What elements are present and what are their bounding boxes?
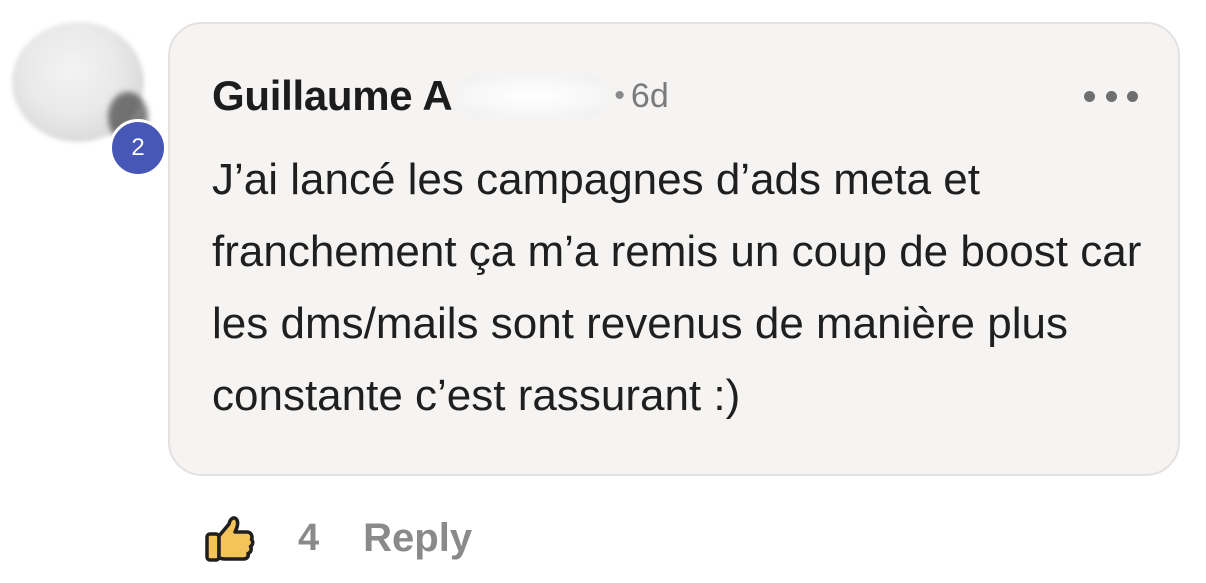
- more-dot: [1105, 90, 1117, 102]
- author-surname-redacted: [458, 76, 609, 116]
- like-count: 4: [298, 516, 320, 559]
- comment-header: Guillaume A • 6d: [212, 70, 669, 122]
- reply-button[interactable]: Reply: [363, 516, 472, 561]
- comment-bubble: Guillaume A • 6d J’ai lancé les campagne…: [168, 22, 1180, 476]
- more-dot: [1084, 90, 1095, 102]
- level-badge: 2: [109, 119, 167, 177]
- comment-text: J’ai lancé les campagnes d’ads meta et f…: [212, 155, 1142, 420]
- comment-actions: 4 Reply: [200, 508, 472, 568]
- thumbs-up-icon: [205, 516, 255, 562]
- author-name[interactable]: Guillaume: [212, 72, 413, 120]
- more-dot: [1127, 90, 1138, 102]
- author-initial: A: [422, 72, 453, 119]
- more-options-icon[interactable]: [1084, 84, 1138, 108]
- avatar[interactable]: 2: [12, 22, 167, 177]
- meta-separator: •: [614, 79, 625, 112]
- comment-timestamp[interactable]: 6d: [631, 77, 669, 116]
- like-button[interactable]: [200, 509, 258, 567]
- comment-thread: 2 Guillaume A • 6d J’ai lancé les campag…: [0, 0, 1206, 583]
